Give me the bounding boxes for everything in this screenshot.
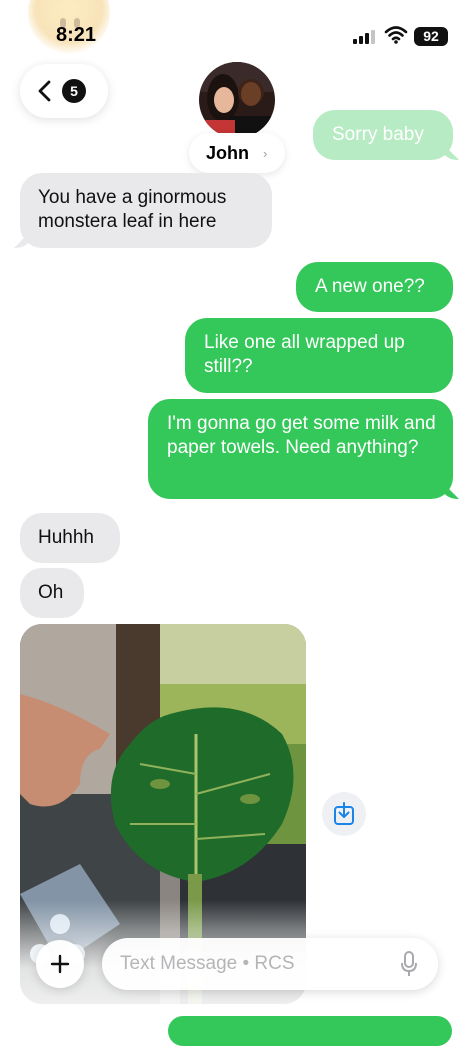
message-text: A new one??: [315, 276, 425, 297]
contact-name-button[interactable]: John ›: [189, 133, 285, 173]
message-input[interactable]: [120, 950, 390, 978]
plus-icon: [50, 954, 70, 974]
contact-name: John: [206, 143, 249, 163]
cellular-signal-icon: [353, 30, 377, 44]
message-text: You have a ginormous monstera leaf in he…: [38, 187, 227, 232]
message-field[interactable]: [102, 938, 438, 990]
add-attachment-button[interactable]: [36, 940, 84, 988]
message-received[interactable]: You have a ginormous monstera leaf in he…: [20, 173, 272, 248]
battery-indicator: 92: [414, 27, 448, 46]
message-text: I'm gonna go get some milk and paper tow…: [167, 413, 436, 458]
save-photo-button[interactable]: [322, 792, 366, 836]
unread-count-badge: 5: [62, 79, 86, 103]
message-text: Like one all wrapped up still??: [204, 332, 405, 377]
wifi-icon: [384, 26, 408, 44]
message-text: Huhhh: [38, 527, 94, 548]
contact-avatar[interactable]: [199, 62, 275, 138]
message-received[interactable]: Oh: [20, 568, 84, 618]
microphone-icon[interactable]: [400, 951, 418, 977]
message-sent-partial[interactable]: [168, 1016, 452, 1046]
download-tray-icon: [334, 802, 354, 825]
message-sent[interactable]: Sorry baby: [313, 110, 453, 160]
status-time: 8:21: [55, 24, 97, 46]
chevron-right-icon: ›: [263, 146, 268, 161]
back-button[interactable]: 5: [20, 64, 108, 118]
message-sent[interactable]: A new one??: [296, 262, 453, 312]
message-received[interactable]: Huhhh: [20, 513, 120, 563]
message-sent[interactable]: Like one all wrapped up still??: [185, 318, 453, 393]
message-sent[interactable]: I'm gonna go get some milk and paper tow…: [148, 399, 453, 499]
chevron-left-icon: [38, 80, 51, 102]
message-text: Oh: [38, 582, 64, 603]
message-text: Sorry baby: [332, 124, 424, 145]
